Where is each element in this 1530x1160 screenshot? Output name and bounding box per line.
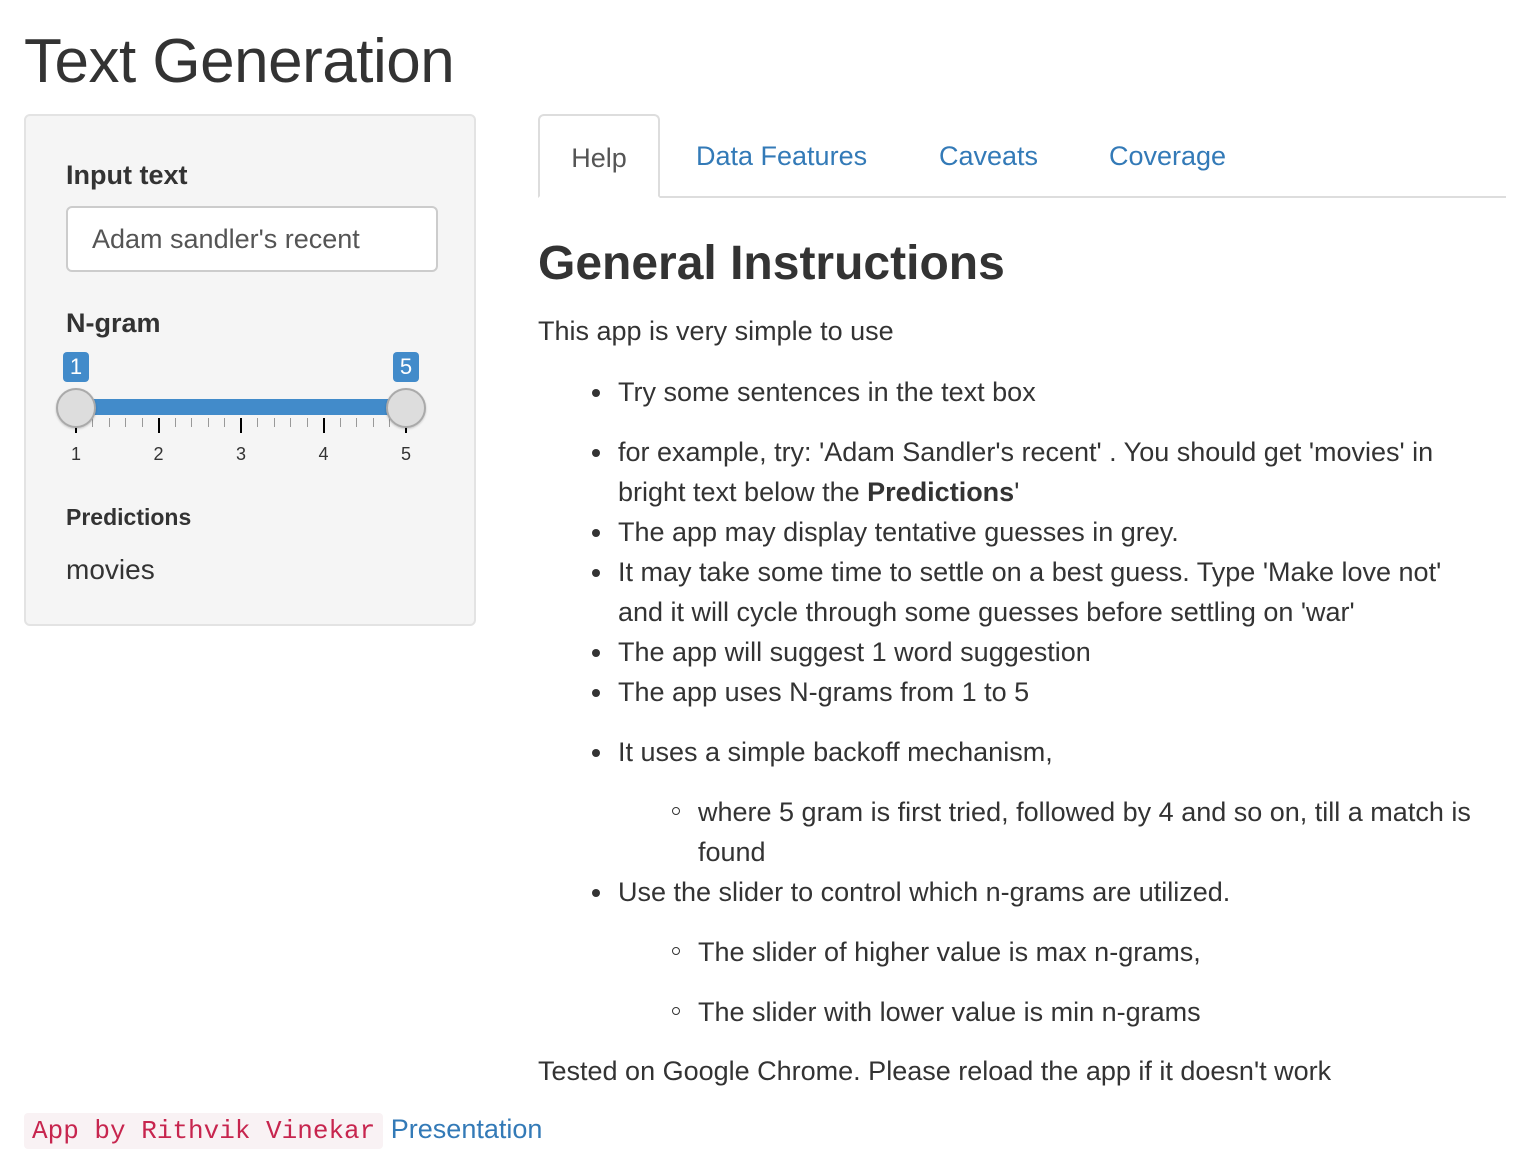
sub-list-item: The slider of higher value is max n-gram… xyxy=(672,932,1498,972)
tab-data-features[interactable]: Data Features xyxy=(696,114,867,196)
slider-minor-tick xyxy=(191,418,192,427)
list-item: It uses a simple backoff mechanism, xyxy=(592,732,1498,772)
list-item-bold: Predictions xyxy=(867,477,1015,507)
section-heading: General Instructions xyxy=(538,237,1005,290)
slider-minor-tick xyxy=(125,418,126,427)
sidebar-panel: Input text N-gram 1 5 12345 Predictions … xyxy=(24,114,476,626)
list-item: Try some sentences in the text box xyxy=(592,372,1498,412)
list-item: It may take some time to settle on a bes… xyxy=(592,552,1488,632)
slider-tick-label: 5 xyxy=(400,444,411,464)
slider-high-handle[interactable] xyxy=(386,388,426,428)
page-title: Text Generation xyxy=(24,27,455,96)
slider-high-value-badge: 5 xyxy=(393,352,419,382)
sub-list-item: where 5 gram is first tried, followed by… xyxy=(672,792,1488,872)
predictions-label: Predictions xyxy=(66,504,192,530)
ngram-range-slider[interactable]: 1 5 1 2 3 4 5 xyxy=(56,352,442,464)
input-text-label: Input text xyxy=(66,160,188,190)
presentation-link[interactable]: Presentation xyxy=(391,1114,543,1144)
slider-tick-label: 2 xyxy=(153,444,164,464)
slider-minor-tick xyxy=(273,418,275,427)
slider-major-tick xyxy=(157,418,160,433)
slider-minor-tick xyxy=(108,418,110,427)
slider-major-tick xyxy=(240,418,242,433)
prediction-value: movies xyxy=(66,554,155,585)
tab-bar: Help Data Features Caveats Coverage xyxy=(538,114,1506,198)
slider-low-handle[interactable] xyxy=(56,388,96,428)
intro-text: This app is very simple to use xyxy=(538,316,894,346)
slider-minor-tick xyxy=(356,418,357,427)
help-content: General Instructions xyxy=(538,236,1508,291)
slider-tick-label: 3 xyxy=(235,444,246,464)
list-item: The app may display tentative guesses in… xyxy=(592,512,1498,552)
list-item-suffix: ' xyxy=(1014,477,1020,507)
tab-help[interactable]: Help xyxy=(538,114,660,198)
ngram-label: N-gram xyxy=(66,308,161,338)
list-item: for example, try: 'Adam Sandler's recent… xyxy=(592,432,1498,512)
sub-list-item: The slider with lower value is min n-gra… xyxy=(672,992,1498,1032)
tab-coverage[interactable]: Coverage xyxy=(1109,114,1226,196)
slider-tick-label: 1 xyxy=(70,444,81,464)
slider-minor-tick xyxy=(290,418,291,427)
slider-minor-tick xyxy=(257,418,258,427)
slider-minor-tick xyxy=(141,418,143,427)
list-item: The app will suggest 1 word suggestion xyxy=(592,632,1498,672)
slider-major-tick xyxy=(322,418,325,433)
footer-note: Tested on Google Chrome. Please reload t… xyxy=(538,1056,1332,1086)
slider-low-value-badge: 1 xyxy=(63,352,89,382)
list-item: The app uses N-grams from 1 to 5 xyxy=(592,672,1498,712)
list-item: Use the slider to control which n-grams … xyxy=(592,872,1498,912)
page-footer: App by Rithvik Vinekar Presentation xyxy=(24,1113,543,1149)
tab-caveats[interactable]: Caveats xyxy=(939,114,1038,196)
slider-tick-label: 4 xyxy=(318,444,329,464)
slider-minor-tick xyxy=(306,418,308,427)
author-credit: App by Rithvik Vinekar xyxy=(24,1113,384,1149)
list-item-text: for example, try: 'Adam Sandler's recent… xyxy=(618,437,1434,507)
slider-minor-tick xyxy=(224,418,225,427)
slider-selected-range xyxy=(76,399,406,415)
slider-minor-tick xyxy=(372,418,374,427)
slider-minor-tick xyxy=(174,418,176,427)
slider-minor-tick xyxy=(207,418,209,427)
input-text-field[interactable] xyxy=(66,206,438,272)
slider-minor-tick xyxy=(339,418,341,427)
